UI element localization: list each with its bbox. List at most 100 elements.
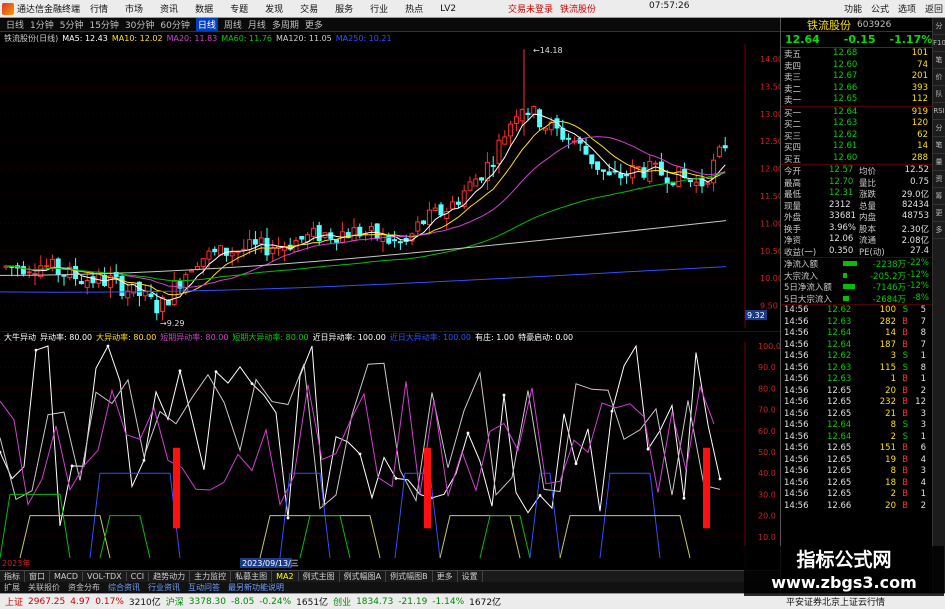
tick-time: 14:56 <box>784 489 809 499</box>
menu-item-hangqing[interactable]: 行情 <box>90 2 108 15</box>
ind-blue-band <box>394 472 441 559</box>
period-7[interactable]: 周线 <box>224 18 242 31</box>
stat-label: 股本 <box>859 224 877 235</box>
side-tool-10[interactable]: 筹 <box>933 188 945 205</box>
bids-row[interactable]: 买二 12.63 120 <box>781 118 932 130</box>
tab-0[interactable]: 指标 <box>0 571 25 582</box>
menu-xuanxiang[interactable]: 选项 <box>898 2 916 15</box>
side-tool-6[interactable]: 分 <box>933 120 945 137</box>
kline-chart[interactable]: 14.00 13.50 13.00 12.50 12.00 11.50 11.00 10.50… <box>0 44 780 328</box>
tab-2[interactable]: MACD <box>50 572 83 581</box>
menu-item-zhuanti[interactable]: 专题 <box>230 2 248 15</box>
bids-row[interactable]: 买四 12.61 14 <box>781 141 932 153</box>
side-tool-12[interactable]: 多 <box>933 222 945 239</box>
info-tab-4[interactable]: 行业资讯 <box>144 582 184 593</box>
flow-value: -2238万 <box>872 260 906 270</box>
info-tab-6[interactable]: 最另新功能说明 <box>224 582 288 593</box>
tick-direction: B <box>902 339 908 350</box>
stat-label: 收益(一) <box>784 247 817 258</box>
asks-row[interactable]: 卖一 12.65 112 <box>781 94 932 106</box>
side-tool-2[interactable]: 笔 <box>933 52 945 69</box>
ind-dot <box>718 477 722 481</box>
tab-10[interactable]: 例式幅图A <box>340 571 387 582</box>
side-tool-7[interactable]: 笔 <box>933 137 945 154</box>
period-8[interactable]: 月线 <box>248 18 266 31</box>
candle-body <box>316 225 322 242</box>
menu-item-jiaoyi[interactable]: 交易 <box>300 2 318 15</box>
tab-12[interactable]: 更多 <box>433 571 458 582</box>
tab-5[interactable]: 趋势动力 <box>149 571 191 582</box>
candle-body <box>44 265 50 268</box>
menu-gongneng[interactable]: 功能 <box>844 2 862 15</box>
menu-fanhui[interactable]: 返回 <box>925 2 943 15</box>
info-tab-3[interactable]: 综合资讯 <box>104 582 144 593</box>
menu-item-fuwu[interactable]: 服务 <box>335 2 353 15</box>
tick-count: 8 <box>920 328 926 338</box>
menu-item-zixun[interactable]: 资讯 <box>160 2 178 15</box>
asks-row[interactable]: 卖四 12.60 74 <box>781 60 932 72</box>
trade-login-link[interactable]: 交易未登录 <box>508 2 553 15</box>
side-tool-5[interactable]: RSI <box>933 103 945 120</box>
candle-body <box>212 248 218 253</box>
side-tool-3[interactable]: 价 <box>933 69 945 86</box>
period-6[interactable]: 日线 <box>195 18 218 31</box>
tick-list[interactable]: 14:56 12.62 100 S 5 14:56 12.63 282 B 7 14:56 12.64… <box>781 305 932 512</box>
asks-row[interactable]: 卖二 12.66 393 <box>781 83 932 95</box>
ind-green-band <box>0 493 71 559</box>
period-4[interactable]: 30分钟 <box>125 18 154 31</box>
asks-row[interactable]: 卖三 12.67 201 <box>781 71 932 83</box>
info-tab-1[interactable]: 关联报价 <box>24 582 64 593</box>
period-0[interactable]: 日线 <box>6 18 24 31</box>
tab-7[interactable]: 私募主图 <box>231 571 273 582</box>
price-tick-label: 11.00 <box>760 219 780 228</box>
asks-row[interactable]: 卖五 12.68 101 <box>781 48 932 60</box>
tab-9[interactable]: 例式主图 <box>299 571 340 582</box>
menu-item-redian[interactable]: 热点 <box>405 2 423 15</box>
info-tab-0[interactable]: 扩展 <box>0 582 24 593</box>
menu-gongshi[interactable]: 公式 <box>871 2 889 15</box>
ma-legend-item: 铁流股份(日线) <box>4 33 59 43</box>
flow-pct: -22% <box>907 258 929 268</box>
stock-title-link[interactable]: 铁流股份 <box>560 2 596 15</box>
side-tool-0[interactable]: 分 <box>933 18 945 35</box>
period-10[interactable]: 更多 <box>305 18 323 31</box>
candle-body <box>525 112 531 115</box>
tab-3[interactable]: VOL-TDX <box>83 572 127 581</box>
tick-count: 2 <box>920 500 926 511</box>
price-tick-label: 13.00 <box>760 110 780 119</box>
side-tool-9[interactable]: 资 <box>933 171 945 188</box>
tick-volume: 18 <box>885 477 896 488</box>
period-3[interactable]: 15分钟 <box>89 18 118 31</box>
period-2[interactable]: 5分钟 <box>60 18 84 31</box>
sz-change: -8.05 <box>231 596 255 607</box>
indicator-chart[interactable]: 100.0 90.0 80.0 70.0 60.0 50.0 40.0 30.0 20.0 10.… <box>0 342 780 570</box>
period-9[interactable]: 多周期 <box>272 18 299 31</box>
menu-item-shichang[interactable]: 市场 <box>125 2 143 15</box>
menu-item-faxian[interactable]: 发现 <box>265 2 283 15</box>
tab-6[interactable]: 主力监控 <box>190 571 232 582</box>
tab-4[interactable]: CCI <box>127 572 150 581</box>
period-5[interactable]: 60分钟 <box>160 18 189 31</box>
flow-bar <box>843 284 855 289</box>
bids-row[interactable]: 买五 12.60 288 <box>781 153 932 165</box>
tab-11[interactable]: 例式幅图B <box>386 571 433 582</box>
menu-item-hangye[interactable]: 行业 <box>370 2 388 15</box>
side-tool-8[interactable]: 量 <box>933 154 945 171</box>
tab-13[interactable]: 设置 <box>458 571 483 582</box>
side-tool-1[interactable]: F10 <box>933 35 945 52</box>
bids-price: 12.61 <box>833 141 858 151</box>
info-tab-2[interactable]: 资金分布 <box>64 582 104 593</box>
tab-1[interactable]: 窗口 <box>25 571 50 582</box>
ma-legend-item: MA20: 11.83 <box>166 33 218 43</box>
period-1[interactable]: 1分钟 <box>30 18 54 31</box>
info-tab-5[interactable]: 互动问答 <box>184 582 224 593</box>
bids-row[interactable]: 买一 12.64 919 <box>781 107 932 119</box>
menu-item-lv2[interactable]: LV2 <box>440 4 456 14</box>
sh-amount: 3210亿 <box>128 598 161 608</box>
side-tool-4[interactable]: 队 <box>933 86 945 103</box>
side-tool-11[interactable]: 更 <box>933 205 945 222</box>
ma-legend: 铁流股份(日线) MA5: 12.43 MA10: 12.02 MA20: 11.83… <box>0 32 760 44</box>
menu-item-shuju[interactable]: 数据 <box>195 2 213 15</box>
bids-row[interactable]: 买三 12.62 62 <box>781 130 932 142</box>
tab-8[interactable]: MA2 <box>272 572 299 581</box>
